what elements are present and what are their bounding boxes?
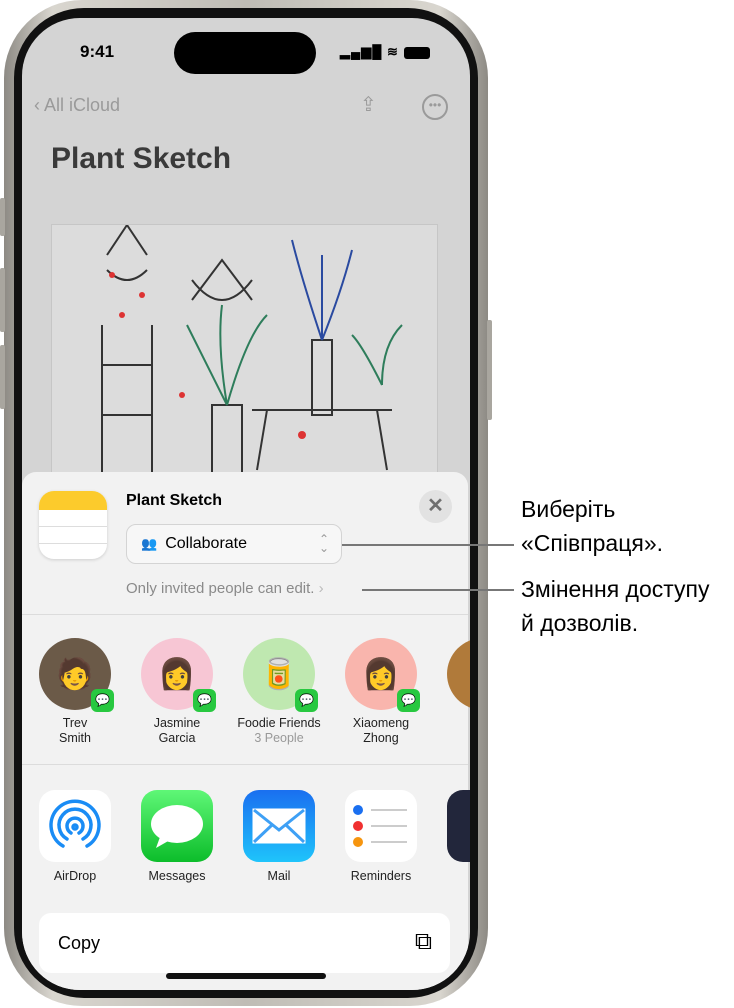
app-label: Reminders (350, 869, 412, 883)
callout-permissions: Змінення доступу й дозволів. (521, 576, 710, 636)
group-count: 3 People (254, 731, 304, 745)
reminders-icon (345, 790, 417, 862)
app-mail[interactable]: Mail (231, 790, 327, 883)
action-button (0, 198, 5, 236)
chevron-updown-icon: ⌃ ⌄ (318, 532, 329, 555)
side-button (487, 320, 492, 420)
status-icons: ▂▄▆█ ≋ (340, 44, 430, 60)
person-name: Jasmine (153, 716, 201, 730)
person-xiaomeng-zhong[interactable]: 👩 💬 Xiaomeng Zhong (333, 638, 429, 746)
more-icon[interactable]: ••• (422, 94, 448, 120)
person-partial[interactable]: C (435, 638, 470, 731)
copy-button[interactable]: Copy ⧉ (39, 913, 450, 973)
callout-collaborate: Виберіть «Співпраця». (521, 496, 664, 556)
volume-up-button (0, 268, 5, 332)
group-name: Foodie Friends (237, 716, 321, 730)
wifi-icon: ≋ (387, 44, 399, 59)
close-button[interactable]: ✕ (419, 490, 452, 523)
person-name-2: Garcia (158, 731, 196, 745)
app-label: J (435, 869, 470, 883)
person-trev-smith[interactable]: 🧑 💬 Trev Smith (27, 638, 123, 746)
volume-down-button (0, 345, 5, 409)
person-name: Trev (62, 716, 88, 730)
permissions-link[interactable]: Only invited people can edit. › (126, 580, 324, 597)
callout-line-collaborate (342, 544, 514, 546)
app-airdrop[interactable]: AirDrop (27, 790, 123, 883)
collaborate-label: Collaborate (165, 535, 248, 552)
app-label: Messages (148, 869, 206, 883)
home-indicator[interactable] (166, 973, 326, 979)
messages-icon (141, 790, 213, 862)
chevron-left-icon: ‹ (34, 95, 45, 115)
person-jasmine-garcia[interactable]: 👩 💬 Jasmine Garcia (129, 638, 225, 746)
person-name-2: Smith (59, 731, 91, 745)
avatar: 👩 💬 (141, 638, 216, 712)
avatar: 🧑 💬 (39, 638, 114, 712)
avatar: 👩 💬 (345, 638, 420, 712)
app-reminders[interactable]: Reminders (333, 790, 429, 883)
app-icon (447, 790, 470, 862)
notes-app-icon (39, 491, 107, 559)
close-icon: ✕ (427, 495, 444, 517)
status-time: 9:41 (80, 42, 115, 61)
messages-badge-icon: 💬 (91, 689, 114, 712)
messages-badge-icon: 💬 (295, 689, 318, 712)
person-foodie-friends[interactable]: 🥫 💬 Foodie Friends 3 People (231, 638, 327, 746)
battery-icon (403, 46, 430, 59)
permissions-text: Only invited people can edit. (126, 580, 315, 597)
copy-icon: ⧉ (414, 928, 432, 955)
app-label: Mail (267, 869, 291, 883)
share-title: Plant Sketch (126, 492, 223, 509)
messages-badge-icon: 💬 (193, 689, 216, 712)
divider (22, 614, 468, 615)
avatar: 🥫 💬 (243, 638, 318, 712)
mail-icon (243, 790, 315, 862)
person-name: C (435, 716, 470, 731)
share-icon[interactable]: ⇪ (360, 92, 377, 117)
plant-sketch-drawing (51, 223, 438, 486)
avatar (447, 638, 470, 710)
signal-icon: ▂▄▆█ (340, 44, 383, 59)
app-label: AirDrop (53, 869, 97, 883)
screen: 9:41 ▂▄▆█ ≋ ‹ All iCloud ⇪ ••• Plant Ske… (22, 18, 470, 990)
note-title: Plant Sketch (51, 142, 232, 175)
people-icon: 👥 (141, 536, 158, 551)
callout-line-permissions (362, 589, 514, 591)
dynamic-island (174, 32, 316, 74)
divider (22, 764, 468, 765)
messages-badge-icon: 💬 (397, 689, 420, 712)
person-name: Xiaomeng (352, 716, 410, 730)
app-partial[interactable]: J (435, 790, 470, 883)
collaborate-dropdown[interactable]: 👥 Collaborate ⌃ ⌄ (126, 524, 342, 564)
back-label: All iCloud (44, 95, 121, 115)
person-name-2: Zhong (363, 731, 399, 745)
copy-label: Copy (58, 933, 101, 953)
app-messages[interactable]: Messages (129, 790, 225, 883)
airdrop-icon (39, 790, 111, 862)
back-button[interactable]: ‹ All iCloud (34, 95, 120, 116)
chevron-right-icon: › (318, 580, 324, 597)
share-sheet: Plant Sketch 👥 Collaborate ⌃ ⌄ ✕ Only inv… (22, 472, 470, 990)
